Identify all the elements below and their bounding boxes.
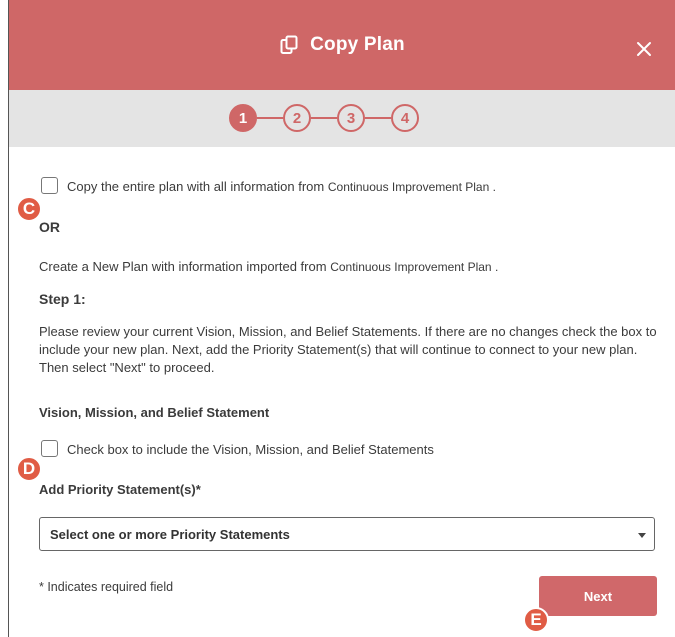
select-placeholder: Select one or more Priority Statements [50,526,290,542]
vision-checkbox[interactable] [41,440,58,457]
required-note: * Indicates required field [39,580,174,594]
chevron-down-icon [638,533,646,538]
title-wrap: Copy Plan [9,34,675,56]
step-1[interactable]: 1 [229,104,257,132]
create-new-source: Continuous Improvement Plan . [330,260,499,274]
copy-entire-text: Copy the entire plan with all informatio… [67,179,325,194]
annotation-marker-d: D [16,456,42,482]
step-connector [257,117,283,119]
dialog-header: Copy Plan [9,0,675,90]
dialog-title: Copy Plan [310,34,405,55]
copy-icon [280,35,298,54]
step-3[interactable]: 3 [337,104,365,132]
vision-heading: Vision, Mission, and Belief Statement [39,405,270,420]
copy-entire-source: Continuous Improvement Plan . [327,180,496,194]
priority-statements-select[interactable]: Select one or more Priority Statements [39,517,655,551]
copy-entire-checkbox[interactable] [41,177,58,194]
vision-checkbox-label: Check box to include the Vision, Mission… [67,442,434,457]
close-icon[interactable] [636,41,652,57]
step-connector [311,117,337,119]
next-button[interactable]: Next [539,576,657,616]
create-new-label: Create a New Plan with information impor… [39,259,498,274]
copy-plan-dialog: Copy Plan 1 2 3 4 Copy the entire plan w… [8,0,675,637]
step-4[interactable]: 4 [391,104,419,132]
step-2[interactable]: 2 [283,104,311,132]
annotation-marker-e: E [523,607,549,633]
create-new-text: Create a New Plan with information impor… [39,259,327,274]
step-instructions: Please review your current Vision, Missi… [39,324,657,375]
step-heading: Step 1: [39,291,86,307]
step-connector [365,117,391,119]
priority-label: Add Priority Statement(s)* [39,482,201,497]
copy-entire-label: Copy the entire plan with all informatio… [67,179,496,194]
or-label: OR [39,219,60,235]
stepper: 1 2 3 4 [229,104,419,132]
stepper-bar: 1 2 3 4 [9,90,675,147]
